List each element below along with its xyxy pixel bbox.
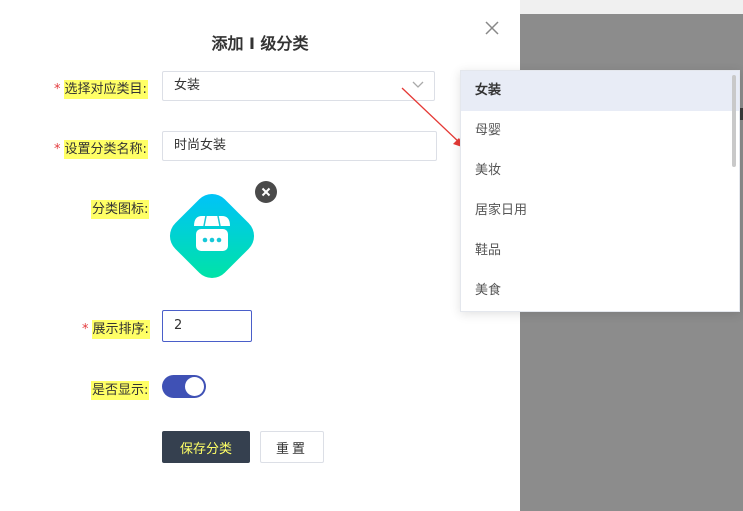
show-label: 是否显示: — [91, 381, 150, 400]
display-order-value: 2 — [174, 318, 183, 333]
icon-label: 分类图标: — [91, 200, 150, 219]
store-icon — [169, 193, 255, 279]
name-label: 设置分类名称: — [63, 140, 148, 159]
dropdown-item-nvzhuang[interactable]: 女装 — [461, 71, 739, 111]
reset-button[interactable]: 重置 — [260, 431, 324, 463]
remove-icon — [261, 187, 271, 197]
order-label: 展示排序: — [91, 320, 150, 339]
required-mark: * — [82, 322, 89, 337]
order-label-row: * 展示排序: — [82, 318, 150, 339]
toggle-knob — [185, 377, 204, 396]
category-label: 选择对应类目: — [63, 80, 148, 99]
show-label-row: 是否显示: — [91, 379, 150, 400]
close-button[interactable] — [482, 18, 502, 38]
dropdown-item-meizhuang[interactable]: 美妆 — [461, 151, 739, 191]
category-dropdown: 女装 母婴 美妆 居家日用 鞋品 美食 — [460, 70, 740, 312]
dropdown-item-meishi[interactable]: 美食 — [461, 271, 739, 311]
required-mark: * — [54, 82, 61, 97]
dropdown-item-jujia[interactable]: 居家日用 — [461, 191, 739, 231]
show-toggle[interactable] — [162, 375, 206, 398]
display-order-input[interactable]: 2 — [162, 310, 252, 342]
category-select-value: 女装 — [174, 78, 201, 93]
category-icon-upload[interactable] — [162, 186, 262, 286]
dropdown-scrollbar[interactable] — [732, 75, 736, 167]
required-mark: * — [54, 142, 61, 157]
background-overlay-strip — [520, 0, 743, 14]
remove-icon-button[interactable] — [255, 181, 277, 203]
add-category-dialog: 添加 I 级分类 * 选择对应类目: 女装 * 设置分类名称: 时尚女装 分类图标: — [0, 0, 520, 511]
category-name-value: 时尚女装 — [174, 138, 227, 153]
close-icon — [485, 21, 499, 35]
save-category-button[interactable]: 保存分类 — [162, 431, 250, 463]
dropdown-item-muying[interactable]: 母婴 — [461, 111, 739, 151]
name-label-row: * 设置分类名称: — [54, 138, 148, 159]
dialog-title: 添加 I 级分类 — [211, 34, 309, 53]
category-label-row: * 选择对应类目: — [54, 78, 148, 99]
dropdown-item-xiepin[interactable]: 鞋品 — [461, 231, 739, 271]
icon-label-row: 分类图标: — [91, 198, 150, 219]
